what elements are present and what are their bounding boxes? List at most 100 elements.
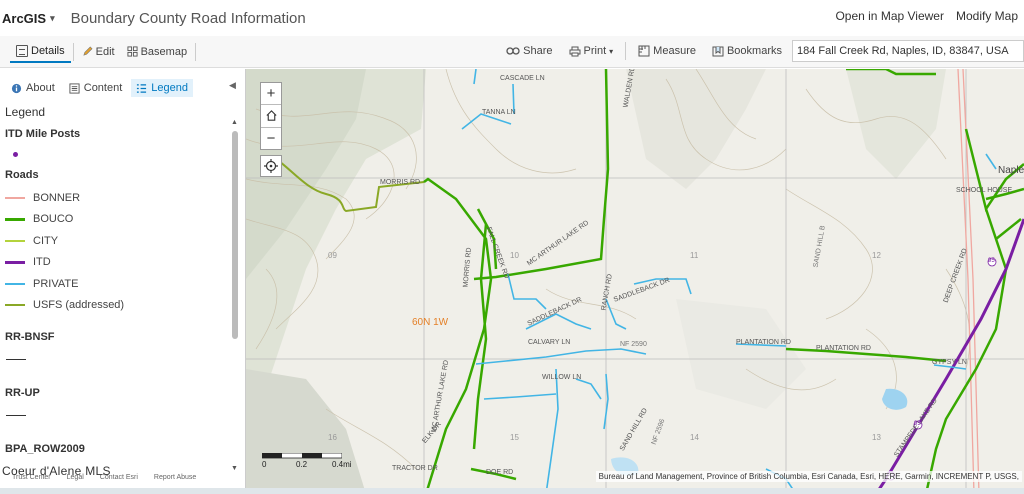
report-abuse-link[interactable]: Report Abuse — [154, 474, 196, 481]
legend-item-usfs: USFS (addressed) — [5, 299, 124, 311]
crosshair-icon — [264, 159, 278, 173]
road-label: NF 2590 — [620, 341, 647, 348]
print-button[interactable]: Print ▾ — [563, 40, 620, 62]
basemap-button[interactable]: Basemap — [121, 41, 193, 63]
legend-scrollbar[interactable]: ▲ ▼ — [231, 119, 238, 475]
legend-item-private: PRIVATE — [5, 278, 78, 290]
road-label: CASCADE LN — [500, 75, 545, 82]
measure-button[interactable]: Measure — [632, 40, 702, 62]
legend-swatch-bouco — [5, 217, 25, 221]
modify-map-link[interactable]: Modify Map — [956, 9, 1018, 23]
open-in-map-viewer-link[interactable]: Open in Map Viewer — [835, 9, 944, 23]
grid-zone-label: 60N 1W — [412, 317, 449, 328]
toolbar-divider — [625, 42, 627, 60]
legend-swatch-private — [5, 283, 25, 285]
rr-up-line-symbol — [6, 415, 26, 416]
section-number: 15 — [510, 433, 519, 442]
road-label: MORRIS RD — [380, 179, 421, 186]
tab-about-label: About — [26, 82, 55, 94]
scale-label: 0.2 — [296, 460, 308, 469]
scale-bar: 0 0.2 0.4mi — [262, 453, 354, 469]
layer-title-roads: Roads — [5, 169, 39, 181]
mls-watermark: Coeur d'Alene MLS — [2, 464, 111, 478]
share-label: Share — [523, 45, 553, 57]
legend-label: BOUCO — [33, 213, 74, 225]
road-label: SCHOOL HOUSE — [956, 187, 1013, 194]
details-label: Details — [31, 44, 65, 57]
road-label: WILLOW LN — [542, 374, 582, 381]
road-label: TANNA LN — [482, 109, 516, 116]
scroll-up-icon[interactable]: ▲ — [231, 119, 238, 126]
link-icon — [506, 47, 520, 55]
info-icon — [11, 83, 22, 93]
road-label: TRACTOR DR — [392, 465, 438, 472]
tab-about[interactable]: About — [6, 79, 60, 97]
collapse-panel-icon[interactable]: ◀ — [229, 80, 236, 91]
bottom-strip — [0, 488, 1024, 494]
road-label: GYPSY LN — [932, 359, 967, 366]
legend-list-icon — [137, 83, 147, 93]
section-number: 11 — [690, 251, 699, 260]
scrollbar-thumb[interactable] — [232, 131, 238, 339]
print-label: Print — [583, 45, 607, 57]
highway-shield-label: 95 — [914, 421, 921, 427]
legend-heading: Legend — [5, 105, 46, 119]
tab-legend-label: Legend — [151, 82, 188, 94]
scale-label: 0.4mi — [332, 460, 352, 469]
scale-label: 0 — [262, 460, 267, 469]
zoom-controls: + − — [260, 82, 282, 150]
content-list-icon — [69, 82, 80, 94]
road-label: DOE RD — [486, 469, 514, 476]
milepost-point-symbol — [13, 152, 18, 157]
basemap-grid-icon — [127, 46, 138, 57]
scroll-down-icon[interactable]: ▼ — [231, 465, 238, 472]
toolbar-divider — [195, 42, 197, 61]
town-label: Naple — [998, 165, 1024, 176]
sidebar-panel: About Content Legend ◀ Legend ITD Mile P… — [0, 69, 246, 494]
tab-content[interactable]: Content — [64, 79, 128, 97]
tab-legend[interactable]: Legend — [131, 79, 193, 97]
details-button[interactable]: Details — [10, 41, 71, 63]
legend-swatch-city — [5, 240, 25, 242]
road-label: CALVARY LN — [528, 339, 571, 346]
home-icon — [265, 110, 277, 122]
details-icon — [16, 44, 28, 57]
section-number: 12 — [872, 251, 881, 260]
sidebar-tabs: About Content Legend — [0, 69, 245, 107]
measure-label: Measure — [653, 45, 696, 57]
section-number: 13 — [872, 433, 881, 442]
highway-shield-label: 95 — [988, 258, 995, 264]
address-search-input[interactable]: 184 Fall Creek Rd, Naples, ID, 83847, US… — [792, 40, 1024, 62]
bookmark-icon — [712, 46, 724, 57]
legend-swatch-bonner — [5, 197, 25, 199]
arcgis-brand-menu[interactable]: ArcGIS ▾ — [2, 11, 55, 26]
legend-label: ITD — [33, 256, 51, 268]
legend-swatch-itd — [5, 260, 25, 264]
zoom-in-button[interactable]: + — [261, 83, 281, 106]
chevron-down-icon: ▾ — [609, 46, 614, 56]
section-number: 09 — [328, 251, 337, 260]
layer-title-rr-up: RR-UP — [5, 387, 40, 399]
top-bar: ArcGIS ▾ Boundary County Road Informatio… — [0, 0, 1024, 36]
pencil-icon — [83, 46, 93, 56]
legend-item-itd: ITD — [5, 256, 51, 268]
locate-button[interactable] — [260, 155, 282, 177]
bookmarks-button[interactable]: Bookmarks — [706, 40, 788, 62]
zoom-out-button[interactable]: − — [261, 128, 281, 149]
basemap-label: Basemap — [140, 45, 188, 58]
share-button[interactable]: Share — [500, 40, 558, 62]
section-number: 14 — [690, 433, 699, 442]
map-view[interactable]: 09 10 11 12 13 14 15 16 60N 1W CASCADE L… — [246, 69, 1024, 494]
home-button[interactable] — [261, 105, 281, 128]
printer-icon — [569, 46, 581, 56]
map-attribution: Bureau of Land Management, Province of B… — [595, 471, 1022, 482]
legend-item-bouco: BOUCO — [5, 213, 73, 225]
edit-button[interactable]: Edit — [76, 41, 121, 63]
section-number: 16 — [328, 433, 337, 442]
legend-label: USFS (addressed) — [33, 299, 125, 311]
section-number: 10 — [510, 251, 519, 260]
layer-title-rr-bnsf: RR-BNSF — [5, 331, 55, 343]
legend-label: PRIVATE — [33, 278, 79, 290]
brand-label: ArcGIS — [2, 10, 47, 26]
page-title: Boundary County Road Information — [70, 9, 306, 27]
